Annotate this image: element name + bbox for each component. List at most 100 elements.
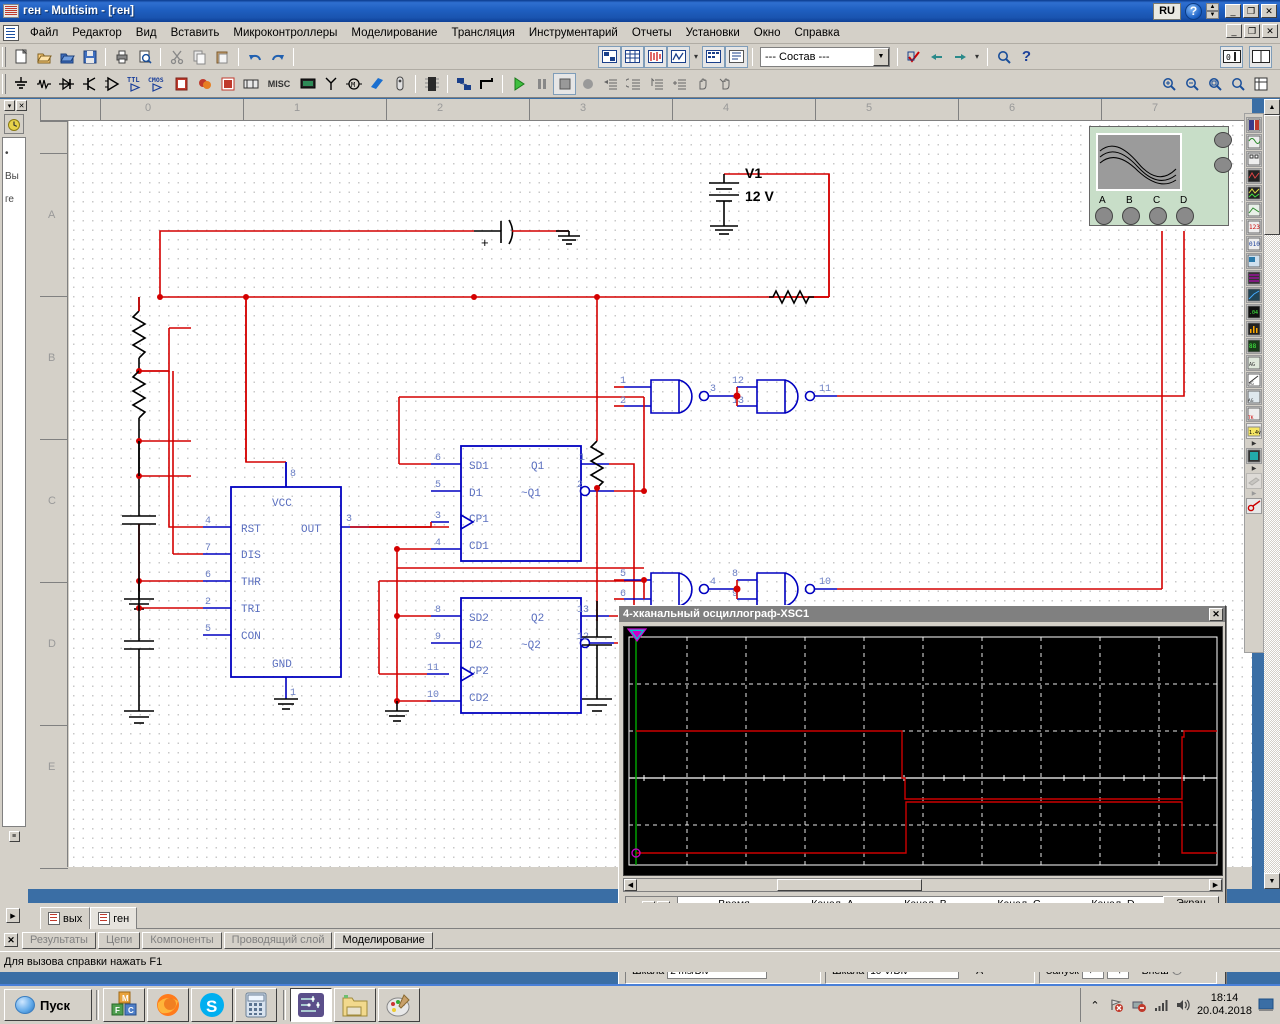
menu-edit[interactable]: Редактор bbox=[65, 25, 129, 41]
power-icon[interactable] bbox=[239, 73, 262, 95]
dock-close-icon[interactable]: ✕ bbox=[16, 100, 27, 111]
doc-tab-gen[interactable]: ген bbox=[90, 907, 138, 929]
labview-dropdown-arrow-icon[interactable]: ▶ bbox=[1245, 465, 1263, 472]
transistor-icon[interactable] bbox=[78, 73, 101, 95]
rf-icon[interactable] bbox=[319, 73, 342, 95]
sheet-tab-copper-layer[interactable]: Проводящий слой bbox=[223, 931, 333, 949]
misc-icon[interactable]: MISC bbox=[262, 73, 296, 95]
redo-icon[interactable] bbox=[266, 46, 289, 68]
agilent-oscilloscope-icon[interactable]: AG bbox=[1246, 389, 1262, 405]
advanced-peripheral-icon[interactable] bbox=[296, 73, 319, 95]
dock-scroll-icon[interactable]: ≡ bbox=[8, 831, 20, 842]
oscilloscope-widget[interactable]: G T A B C D bbox=[1089, 126, 1232, 226]
scope-close-button[interactable]: ✕ bbox=[1209, 607, 1223, 621]
signal-icon[interactable] bbox=[1153, 997, 1169, 1013]
current-probe-icon[interactable] bbox=[1246, 473, 1262, 489]
record-icon[interactable] bbox=[576, 73, 599, 95]
source-icon[interactable] bbox=[9, 73, 32, 95]
open-file-icon[interactable] bbox=[32, 46, 55, 68]
mfc-icon[interactable]: M F C bbox=[103, 988, 145, 1022]
menu-file[interactable]: Файл bbox=[23, 25, 65, 41]
paste-icon[interactable] bbox=[211, 46, 234, 68]
help-icon[interactable]: ? bbox=[1015, 46, 1038, 68]
scroll-track[interactable] bbox=[1264, 115, 1280, 873]
dtb-item-0[interactable]: • bbox=[4, 142, 24, 165]
cut-icon[interactable] bbox=[165, 46, 188, 68]
bus-icon[interactable] bbox=[475, 73, 498, 95]
menu-reports[interactable]: Отчеты bbox=[625, 25, 679, 41]
word-generator-icon[interactable]: 010 bbox=[1246, 236, 1262, 252]
toolbar-grip[interactable] bbox=[2, 73, 6, 94]
ni-icon[interactable] bbox=[365, 73, 388, 95]
pause-icon[interactable] bbox=[530, 73, 553, 95]
iv-analyzer-icon[interactable] bbox=[1246, 287, 1262, 303]
hierarchical-block-icon[interactable] bbox=[452, 73, 475, 95]
scope-horizontal-scrollbar[interactable]: ◀ ▶ bbox=[623, 878, 1223, 892]
logic-converter-icon[interactable] bbox=[1246, 253, 1262, 269]
taskbar-clock[interactable]: 18:14 20.04.2018 bbox=[1197, 992, 1252, 1018]
multimeter-icon[interactable] bbox=[1246, 117, 1262, 133]
spreadsheet-icon[interactable] bbox=[621, 45, 644, 68]
doc-tabs-scroll-right-icon[interactable]: ▶ bbox=[6, 908, 20, 923]
scope-scroll-right-button[interactable]: ▶ bbox=[1209, 879, 1222, 891]
scope-scroll-left-button[interactable]: ◀ bbox=[624, 879, 637, 891]
save-icon[interactable] bbox=[78, 46, 101, 68]
hierarchy-icon[interactable] bbox=[598, 45, 621, 68]
skype-icon[interactable]: S bbox=[191, 988, 233, 1022]
explorer-task[interactable] bbox=[334, 988, 376, 1022]
print-preview-icon[interactable] bbox=[133, 46, 156, 68]
toolbar-grip[interactable] bbox=[2, 46, 6, 67]
tektronix-oscilloscope-icon[interactable]: TK bbox=[1246, 406, 1262, 422]
indicator-icon[interactable] bbox=[216, 73, 239, 95]
cmos-icon[interactable]: CMOS bbox=[147, 73, 170, 95]
dtb-item-2[interactable]: ге bbox=[4, 188, 24, 211]
scroll-up-button[interactable]: ▲ bbox=[1264, 99, 1280, 115]
menu-microcontrollers[interactable]: Микроконтроллеры bbox=[226, 25, 344, 41]
function-generator-icon[interactable] bbox=[1246, 134, 1262, 150]
scope-widget-t-terminal[interactable] bbox=[1214, 157, 1232, 173]
mdi-restore-button[interactable]: ❐ bbox=[1244, 24, 1260, 38]
chevron-down-icon[interactable]: ▾ bbox=[690, 46, 702, 68]
netlist-icon[interactable] bbox=[725, 45, 748, 68]
agilent-multimeter-icon[interactable]: AG bbox=[1246, 372, 1262, 388]
copy-icon[interactable] bbox=[188, 46, 211, 68]
find-icon[interactable] bbox=[992, 46, 1015, 68]
instrument-icon[interactable] bbox=[644, 45, 667, 68]
zoom-fit-icon[interactable] bbox=[1226, 73, 1249, 95]
close-button[interactable]: ✕ bbox=[1261, 4, 1277, 18]
mixed-icon[interactable] bbox=[193, 73, 216, 95]
ttl-icon[interactable]: TTL bbox=[124, 73, 147, 95]
firefox-icon[interactable] bbox=[147, 988, 189, 1022]
calculator-icon[interactable] bbox=[235, 988, 277, 1022]
menu-simulate[interactable]: Моделирование bbox=[344, 25, 444, 41]
logic-analyzer-icon[interactable] bbox=[1246, 270, 1262, 286]
canvas-vertical-scrollbar[interactable]: ▲ ▼ bbox=[1264, 99, 1280, 889]
erc-check-icon[interactable] bbox=[902, 46, 925, 68]
scope-widget-g-terminal[interactable] bbox=[1214, 132, 1232, 148]
zoom-full-icon[interactable]: 0 bbox=[1220, 45, 1243, 68]
back-annotate-icon[interactable] bbox=[925, 46, 948, 68]
minimize-button[interactable]: _ bbox=[1225, 4, 1241, 18]
distortion-analyzer-icon[interactable]: .04 bbox=[1246, 304, 1262, 320]
sim-run-to-icon[interactable] bbox=[668, 73, 691, 95]
sim-step-out-icon[interactable] bbox=[645, 73, 668, 95]
menu-insert[interactable]: Вставить bbox=[164, 25, 227, 41]
spectrum-analyzer-icon[interactable] bbox=[1246, 321, 1262, 337]
measurement-probe-icon[interactable]: 1.4v bbox=[1246, 423, 1262, 439]
network-analyzer-icon[interactable]: 88 bbox=[1246, 338, 1262, 354]
history-icon[interactable] bbox=[4, 114, 24, 134]
connector-icon[interactable] bbox=[388, 73, 411, 95]
component-combo[interactable]: --- Состав --- ▼ bbox=[760, 46, 890, 67]
doc-tab-vyh[interactable]: вых bbox=[40, 907, 91, 929]
show-desktop-icon[interactable] bbox=[1258, 997, 1274, 1013]
resume-hand-icon[interactable] bbox=[714, 73, 737, 95]
scope-screen[interactable] bbox=[623, 626, 1223, 876]
zoom-out-icon[interactable] bbox=[1180, 73, 1203, 95]
oscilloscope-2ch-icon[interactable] bbox=[1246, 168, 1262, 184]
undo-icon[interactable] bbox=[243, 46, 266, 68]
analog-icon[interactable] bbox=[101, 73, 124, 95]
probe-dropdown-arrow-icon[interactable]: ▶ bbox=[1245, 440, 1263, 447]
zoom-in-icon[interactable] bbox=[1157, 73, 1180, 95]
postprocessor-icon[interactable] bbox=[702, 45, 725, 68]
multisim-task[interactable] bbox=[290, 988, 332, 1022]
